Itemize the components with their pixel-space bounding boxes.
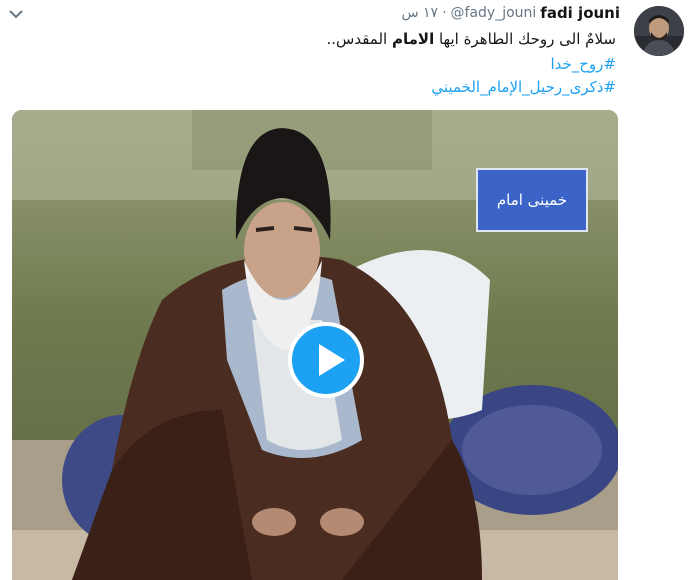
author-handle[interactable]: @fady_jouni bbox=[451, 5, 537, 21]
separator-dot: · bbox=[442, 5, 447, 21]
hashtag-link[interactable]: #روح_خدا bbox=[550, 55, 616, 73]
play-icon[interactable] bbox=[288, 322, 364, 398]
avatar[interactable] bbox=[634, 6, 684, 56]
tweet-text-before: سلامٌ الى روحك الطاهرة ايها bbox=[434, 30, 616, 48]
tweet-text-bold: الامام bbox=[391, 30, 435, 48]
hashtag-link[interactable]: #ذكرى_رحيل_الإمام_الخميني bbox=[431, 78, 616, 96]
author-name[interactable]: fadi jouni bbox=[540, 4, 620, 22]
tweet-timestamp[interactable]: ١٧ س bbox=[401, 5, 438, 21]
tweet-header: fadi jouni @fady_jouni · ١٧ س bbox=[401, 2, 620, 24]
tweet-text: سلامٌ الى روحك الطاهرة ايها الامام المقد… bbox=[326, 30, 616, 48]
chevron-down-icon[interactable] bbox=[8, 8, 24, 20]
play-triangle bbox=[319, 344, 345, 376]
video-player[interactable]: خمینی امام bbox=[12, 110, 618, 580]
tweet-text-after: المقدس.. bbox=[326, 30, 392, 48]
video-caption: خمینی امام bbox=[476, 168, 588, 232]
